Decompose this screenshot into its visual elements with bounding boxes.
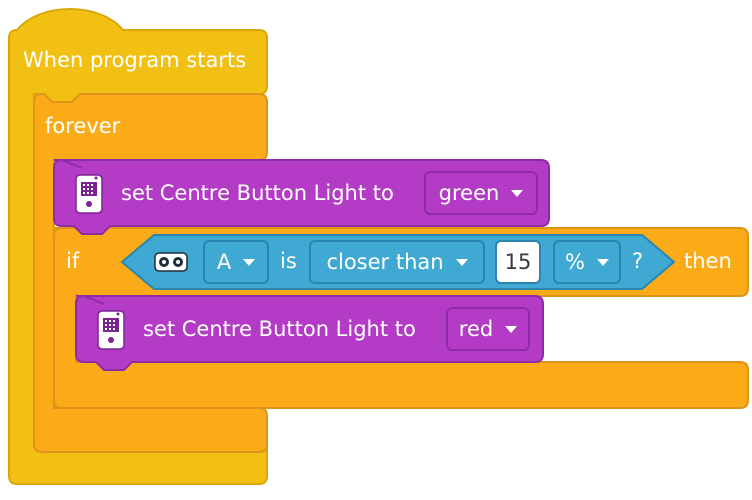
if-label: if bbox=[66, 249, 80, 273]
color-dropdown-value: green bbox=[438, 181, 500, 205]
distance-value-input[interactable]: 15 bbox=[495, 240, 541, 284]
chevron-down-icon bbox=[243, 258, 256, 266]
color-dropdown-green[interactable]: green bbox=[424, 171, 538, 215]
hub-icon bbox=[97, 310, 125, 350]
question-mark: ? bbox=[632, 249, 644, 273]
distance-value: 15 bbox=[504, 250, 532, 274]
forever-label: forever bbox=[45, 114, 121, 138]
light-red-label: set Centre Button Light to bbox=[143, 317, 416, 341]
port-value: A bbox=[216, 250, 232, 274]
chevron-down-icon bbox=[455, 258, 468, 266]
comparison-value: closer than bbox=[326, 250, 444, 274]
comparison-dropdown[interactable]: closer than bbox=[309, 240, 485, 284]
is-label: is bbox=[280, 249, 297, 273]
light-green-label: set Centre Button Light to bbox=[121, 181, 394, 205]
unit-value: % bbox=[565, 250, 585, 274]
then-label: then bbox=[684, 249, 732, 273]
color-dropdown-value: red bbox=[458, 317, 494, 341]
unit-dropdown[interactable]: % bbox=[553, 240, 621, 284]
chevron-down-icon bbox=[511, 189, 524, 197]
chevron-down-icon bbox=[596, 258, 609, 266]
hat-label: When program starts bbox=[23, 48, 247, 72]
color-dropdown-red[interactable]: red bbox=[446, 307, 530, 351]
hub-icon bbox=[75, 174, 103, 214]
chevron-down-icon bbox=[505, 325, 518, 333]
port-dropdown[interactable]: A bbox=[203, 240, 269, 284]
distance-sensor-icon bbox=[154, 252, 188, 272]
